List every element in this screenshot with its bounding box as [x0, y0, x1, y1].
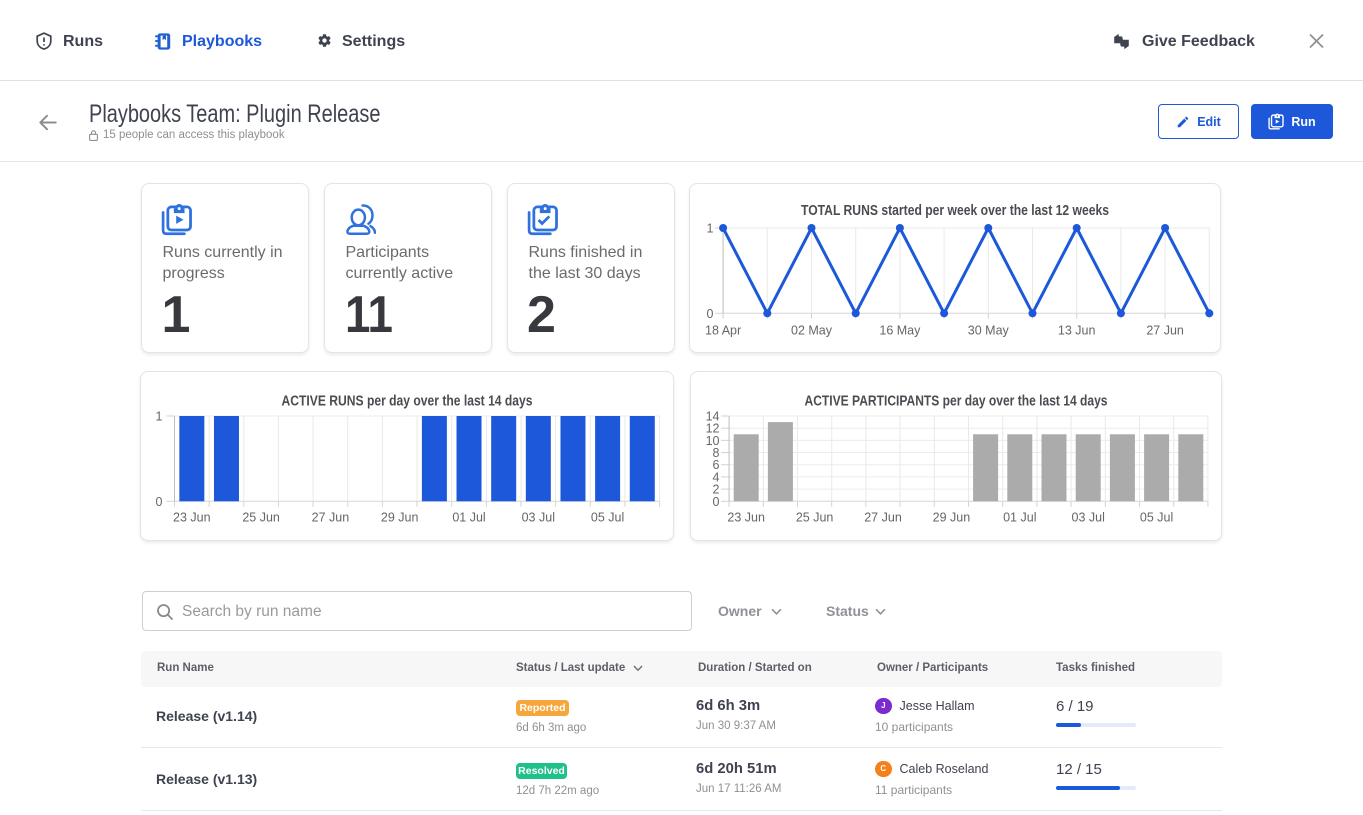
svg-text:01 Jul: 01 Jul — [1003, 511, 1036, 525]
svg-text:29 Jun: 29 Jun — [381, 511, 419, 525]
svg-text:01 Jul: 01 Jul — [452, 511, 485, 525]
svg-text:0: 0 — [156, 495, 163, 509]
svg-text:03 Jul: 03 Jul — [522, 511, 555, 525]
svg-text:05 Jul: 05 Jul — [1140, 511, 1173, 525]
svg-text:30 May: 30 May — [968, 324, 1010, 338]
svg-text:1: 1 — [156, 410, 163, 424]
svg-text:16 May: 16 May — [879, 324, 921, 338]
svg-text:27 Jun: 27 Jun — [864, 511, 902, 525]
svg-text:13 Jun: 13 Jun — [1058, 324, 1096, 338]
svg-text:27 Jun: 27 Jun — [1146, 324, 1184, 338]
svg-text:18 Apr: 18 Apr — [705, 324, 741, 338]
svg-text:ACTIVE PARTICIPANTS per day ov: ACTIVE PARTICIPANTS per day over the las… — [805, 394, 1108, 410]
svg-text:03 Jul: 03 Jul — [1072, 511, 1105, 525]
svg-text:ACTIVE RUNS per day over the l: ACTIVE RUNS per day over the last 14 day… — [282, 394, 533, 410]
svg-text:25 Jun: 25 Jun — [242, 511, 280, 525]
svg-text:1: 1 — [707, 222, 714, 236]
svg-text:29 Jun: 29 Jun — [933, 511, 971, 525]
svg-text:0: 0 — [713, 495, 720, 509]
svg-text:25 Jun: 25 Jun — [796, 511, 834, 525]
svg-text:23 Jun: 23 Jun — [727, 511, 765, 525]
svg-text:0: 0 — [707, 307, 714, 321]
svg-text:02 May: 02 May — [791, 324, 833, 338]
svg-text:27 Jun: 27 Jun — [312, 511, 350, 525]
svg-text:05 Jul: 05 Jul — [591, 511, 624, 525]
svg-text:TOTAL RUNS started per week ov: TOTAL RUNS started per week over the las… — [801, 203, 1109, 219]
svg-text:23 Jun: 23 Jun — [173, 511, 211, 525]
